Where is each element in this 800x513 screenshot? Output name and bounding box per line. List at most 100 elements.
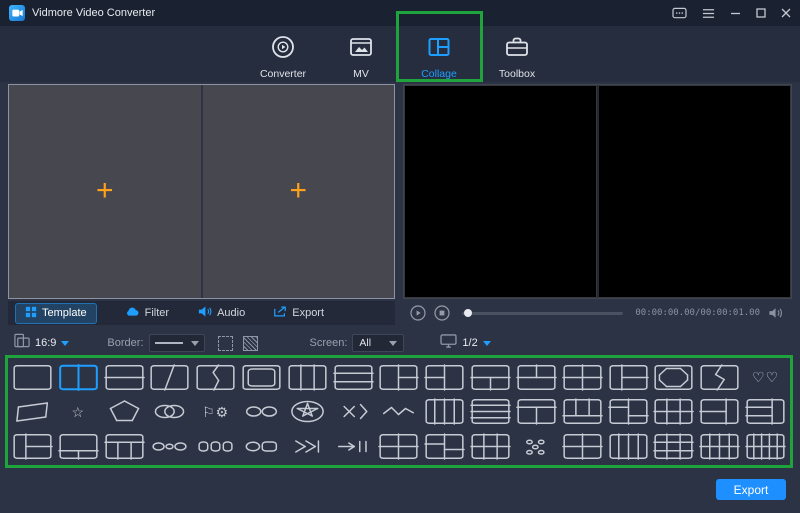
ratio-dropdown-arrow[interactable] — [61, 340, 70, 346]
video-preview — [403, 84, 792, 299]
template-grid-4x2[interactable] — [700, 434, 739, 459]
template-cross-bracket[interactable] — [334, 399, 373, 424]
template-three-horizontal[interactable] — [334, 365, 373, 390]
template-side-panel[interactable] — [700, 399, 739, 424]
add-video-icon[interactable]: + — [96, 175, 114, 205]
template-octagon-inset[interactable] — [654, 365, 693, 390]
template-star[interactable]: ☆ — [59, 399, 98, 424]
collage-editor-preview: + + — [8, 84, 395, 299]
tab-filter[interactable]: Filter — [125, 304, 169, 322]
seek-handle[interactable] — [464, 309, 473, 317]
dashed-border-icon[interactable] — [217, 335, 233, 351]
play-icon[interactable] — [410, 305, 426, 321]
maximize-button[interactable] — [756, 5, 766, 21]
template-stagger[interactable] — [609, 399, 648, 424]
template-fast-forward[interactable] — [288, 434, 327, 459]
ratio-value: 16:9 — [35, 337, 57, 349]
tab-converter-label: Converter — [259, 68, 307, 80]
template-three-vertical[interactable] — [288, 365, 327, 390]
border-dropdown-arrow — [190, 340, 199, 346]
tab-collage-label: Collage — [421, 68, 457, 80]
template-left-column-rows[interactable] — [13, 434, 52, 459]
template-circle-square[interactable] — [242, 434, 281, 459]
feedback-icon[interactable] — [672, 5, 687, 21]
page-indicator: 1/2 — [462, 337, 478, 349]
template-grid-icon — [25, 306, 37, 321]
template-banner[interactable] — [13, 399, 52, 424]
template-hearts[interactable]: ♡♡ — [746, 365, 785, 390]
border-group: Border: — [107, 334, 258, 352]
add-video-icon[interactable]: + — [289, 175, 307, 205]
template-columns-bottom[interactable] — [563, 399, 602, 424]
hatch-pattern-icon[interactable] — [242, 335, 258, 351]
titlebar: Vidmore Video Converter — [0, 0, 800, 26]
template-left-split[interactable] — [425, 365, 464, 390]
tab-audio-label: Audio — [217, 307, 246, 319]
template-grid-3x2[interactable] — [471, 434, 510, 459]
screen-label: Screen: — [309, 337, 348, 349]
template-wave[interactable] — [379, 399, 418, 424]
tab-toolbox[interactable]: Toolbox — [485, 34, 549, 82]
template-grid-5x2[interactable] — [746, 434, 785, 459]
template-overlap-circles[interactable] — [150, 399, 189, 424]
collage-slot-2[interactable]: + — [200, 85, 394, 298]
tab-template[interactable]: Template — [15, 302, 97, 324]
tab-export[interactable]: Export — [273, 303, 324, 323]
template-top-row-columns[interactable] — [105, 434, 144, 459]
template-rounded-inset[interactable] — [242, 365, 281, 390]
template-left-rows[interactable] — [746, 399, 785, 424]
menu-icon[interactable] — [702, 5, 715, 21]
tab-converter[interactable]: Converter — [251, 34, 315, 82]
collage-settings-toolbar: 16:9 Border: Screen: All 1/2 — [8, 331, 792, 355]
aspect-ratio-group: 16:9 — [14, 333, 70, 353]
collage-slot-1[interactable]: + — [9, 85, 201, 298]
template-curve[interactable] — [196, 365, 235, 390]
template-grid-3x3[interactable] — [654, 434, 693, 459]
tab-toolbox-label: Toolbox — [498, 68, 536, 80]
screen-select[interactable]: All — [352, 334, 405, 352]
template-top-split[interactable] — [517, 365, 556, 390]
template-zigzag[interactable] — [700, 365, 739, 390]
border-style-select[interactable] — [148, 334, 205, 352]
template-pentagon[interactable] — [105, 399, 144, 424]
template-grid-2x2[interactable] — [563, 365, 602, 390]
page-dropdown-arrow[interactable] — [482, 340, 491, 346]
template-grid-2x3[interactable] — [654, 399, 693, 424]
template-offset-grid[interactable] — [609, 365, 648, 390]
tab-collage[interactable]: Collage — [407, 34, 471, 82]
template-two-vertical[interactable] — [59, 365, 98, 390]
template-blank[interactable] — [13, 365, 52, 390]
template-right-split[interactable] — [379, 365, 418, 390]
template-flag-gear[interactable]: ⚐⚙ — [196, 399, 235, 424]
template-four-columns[interactable] — [609, 434, 648, 459]
screen-group: Screen: All — [310, 334, 405, 352]
template-four-vertical[interactable] — [425, 399, 464, 424]
close-button[interactable] — [781, 5, 791, 21]
template-grid-2x2-b[interactable] — [379, 434, 418, 459]
toolbox-case-icon — [504, 34, 530, 65]
template-top-bottom-split[interactable] — [517, 399, 556, 424]
template-three-circles[interactable] — [150, 434, 189, 459]
template-arrow-bars[interactable] — [334, 434, 373, 459]
template-grid: ♡♡ ☆ ⚐⚙ — [10, 360, 788, 464]
export-button[interactable]: Export — [716, 479, 786, 500]
template-bottom-split[interactable] — [471, 365, 510, 390]
seek-slider[interactable] — [462, 309, 624, 317]
tab-mv[interactable]: MV — [329, 34, 393, 82]
stop-icon[interactable] — [434, 305, 450, 321]
template-dots[interactable] — [517, 434, 556, 459]
minimize-button[interactable] — [730, 5, 741, 21]
tab-export-label: Export — [292, 307, 325, 319]
template-grid-2x2-c[interactable] — [563, 434, 602, 459]
converter-disc-icon — [270, 34, 296, 65]
template-four-horizontal[interactable] — [471, 399, 510, 424]
volume-icon[interactable] — [768, 306, 785, 320]
template-grid-offset[interactable] — [425, 434, 464, 459]
template-bottom-row-split[interactable] — [59, 434, 98, 459]
template-diagonal[interactable] — [150, 365, 189, 390]
template-two-horizontal[interactable] — [105, 365, 144, 390]
template-three-squares[interactable] — [196, 434, 235, 459]
tab-audio[interactable]: Audio — [197, 303, 245, 323]
template-star-badge[interactable] — [288, 399, 327, 424]
template-two-circles[interactable] — [242, 399, 281, 424]
